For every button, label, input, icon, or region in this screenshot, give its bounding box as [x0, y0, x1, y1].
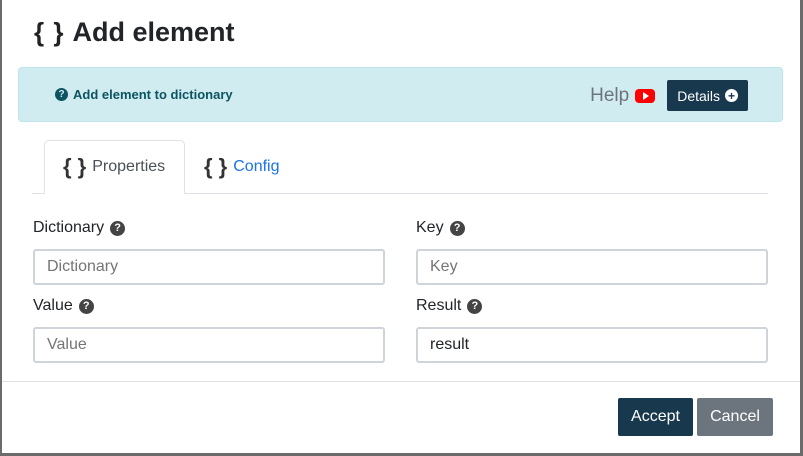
question-circle-icon[interactable]: ? — [78, 298, 94, 314]
footer-divider — [2, 381, 800, 382]
plus-circle-icon: + — [725, 89, 738, 102]
value-label: Value ? — [33, 297, 94, 315]
youtube-icon[interactable] — [635, 88, 656, 103]
question-circle-icon[interactable]: ? — [467, 298, 483, 314]
value-label-text: Value — [33, 297, 73, 314]
result-input[interactable] — [416, 327, 768, 363]
value-input[interactable] — [33, 327, 385, 363]
details-button-label: Details — [677, 87, 720, 104]
dictionary-input[interactable] — [33, 249, 385, 285]
tab-config-label: Config — [233, 157, 280, 175]
accept-button[interactable]: Accept — [618, 398, 693, 436]
key-input[interactable] — [416, 249, 768, 285]
details-button[interactable]: Details + — [667, 80, 748, 111]
question-circle-icon[interactable]: ? — [449, 220, 465, 236]
dialog-header: { } Add element — [34, 14, 235, 50]
tab-properties[interactable]: { } Properties — [44, 140, 185, 194]
braces-icon: { } — [34, 16, 65, 47]
result-label: Result ? — [416, 297, 483, 315]
question-circle-icon: ? — [55, 88, 68, 101]
info-banner: ? Add element to dictionary Help Details… — [18, 67, 783, 122]
dialog-title: Add element — [72, 16, 235, 47]
banner-description-text: Add element to dictionary — [73, 87, 233, 102]
tab-properties-label: Properties — [92, 158, 166, 175]
dictionary-label-text: Dictionary — [33, 219, 105, 236]
help-label: Help — [590, 84, 630, 106]
key-label: Key ? — [416, 219, 465, 237]
question-circle-icon[interactable]: ? — [110, 220, 126, 236]
add-element-dialog: { } Add element ? Add element to diction… — [2, 0, 800, 453]
tab-bar: { } Properties { } Config — [32, 140, 768, 194]
help-group: Help Details + — [590, 80, 748, 111]
braces-icon: { } — [63, 154, 87, 179]
banner-description: ? Add element to dictionary — [55, 87, 233, 102]
dictionary-label: Dictionary ? — [33, 219, 126, 237]
result-label-text: Result — [416, 297, 462, 314]
key-label-text: Key — [416, 219, 444, 236]
tab-config[interactable]: { } Config — [204, 140, 280, 193]
cancel-button[interactable]: Cancel — [697, 398, 773, 436]
braces-icon: { } — [204, 153, 228, 179]
